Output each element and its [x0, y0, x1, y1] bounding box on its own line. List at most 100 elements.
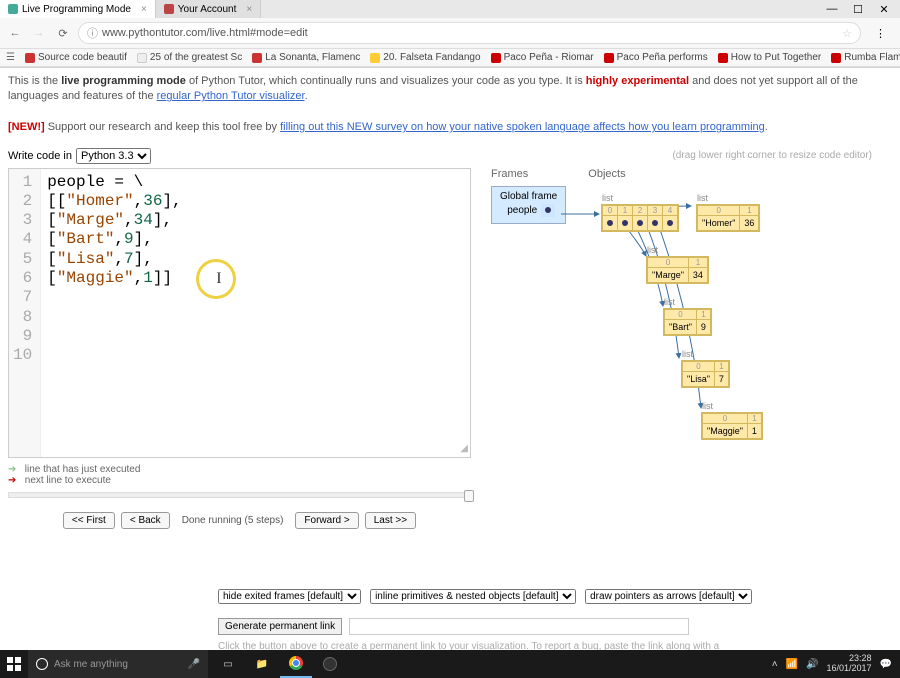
bookmark-item[interactable]: 20. Falseta Fandango: [370, 52, 480, 63]
back-button[interactable]: < Back: [121, 512, 170, 529]
resize-handle[interactable]: ◢: [460, 443, 468, 455]
cortana-search[interactable]: Ask me anything 🎤: [28, 650, 208, 678]
tab-bar: Live Programming Mode × Your Account × —…: [0, 0, 900, 18]
back-button[interactable]: ←: [6, 27, 24, 39]
list-cell: 36: [740, 215, 759, 230]
primitives-option-select[interactable]: inline primitives & nested objects [defa…: [370, 589, 576, 604]
frames-option-select[interactable]: hide exited frames [default]: [218, 589, 361, 604]
chrome-icon: [289, 656, 303, 670]
pointer-dot-icon: [622, 220, 628, 226]
bookmark-item[interactable]: 25 of the greatest Sc: [137, 52, 242, 63]
pointer-dot-icon: [637, 220, 643, 226]
code-line: ["Lisa",7],: [47, 250, 181, 269]
viz-headers: Frames Objects: [491, 168, 626, 180]
maximize-button[interactable]: ☐: [850, 3, 866, 16]
apps-icon[interactable]: ☰: [6, 52, 15, 63]
wifi-icon[interactable]: 📶: [786, 659, 798, 670]
editor-header: Write code in Python 3.3 (drag lower rig…: [8, 148, 892, 164]
code-editor[interactable]: 1 2 3 4 5 6 7 8 9 10 people = \ [["Homer…: [8, 168, 471, 458]
browser-tab-inactive[interactable]: Your Account ×: [156, 0, 261, 18]
star-icon[interactable]: ☆: [842, 27, 852, 40]
bookmark-item[interactable]: Paco Peña performs: [604, 52, 708, 63]
frames-header: Frames: [491, 168, 528, 180]
sublist-box: list 01 "Bart"9: [663, 308, 712, 336]
generate-link-button[interactable]: Generate permanent link: [218, 618, 342, 635]
pointers-option-select[interactable]: draw pointers as arrows [default]: [585, 589, 752, 604]
mic-icon[interactable]: 🎤: [188, 659, 200, 670]
code-line: ["Bart",9],: [47, 230, 181, 249]
permalink-input[interactable]: [349, 618, 689, 635]
url-input[interactable]: ⓘ www.pythontutor.com/live.html#mode=edi…: [78, 22, 861, 44]
window-controls: — ☐ ✕: [824, 3, 900, 16]
bookmark-item[interactable]: How to Put Together: [718, 52, 821, 63]
browser-tab-active[interactable]: Live Programming Mode ×: [0, 0, 156, 18]
list-cell: 34: [688, 267, 707, 282]
bookmark-item[interactable]: Rumba Flamenca: Ba: [831, 52, 900, 63]
intro-bold: live programming mode: [61, 75, 186, 87]
list-index: 1: [618, 205, 633, 215]
list-index: 0: [648, 257, 689, 267]
drag-hint: (drag lower right corner to resize code …: [672, 150, 872, 161]
list-label: list: [647, 245, 658, 255]
tab-close-icon[interactable]: ×: [246, 4, 252, 15]
legend: ➔ line that has just executed ➔ next lin…: [8, 464, 471, 486]
bottom-options: hide exited frames [default] inline prim…: [218, 589, 892, 652]
bookmark-item[interactable]: La Sonanta, Flamenc: [252, 52, 360, 63]
objects-header: Objects: [588, 168, 625, 180]
minimize-button[interactable]: —: [824, 3, 840, 16]
list-index: 4: [663, 205, 678, 215]
bookmark-item[interactable]: Paco Peña - Riomar: [491, 52, 594, 63]
forward-button[interactable]: →: [30, 27, 48, 39]
list-index: 0: [698, 205, 740, 215]
survey-link[interactable]: filling out this NEW survey on how your …: [280, 121, 765, 133]
visualization-panel: Frames Objects Global frame people: [491, 168, 626, 529]
forward-button[interactable]: Forward >: [295, 512, 358, 529]
sublist-box: list 01 "Marge"34: [646, 256, 709, 284]
language-select[interactable]: Python 3.3: [76, 148, 151, 164]
sublist-box: list 01 "Homer"36: [696, 204, 760, 232]
volume-icon[interactable]: 🔊: [806, 659, 818, 670]
line-number: 7: [13, 288, 32, 307]
list-cell: [663, 215, 678, 230]
tab-favicon-icon: [164, 4, 174, 14]
obs-button[interactable]: [314, 650, 346, 678]
bookmark-item[interactable]: Source code beautif: [25, 52, 127, 63]
close-button[interactable]: ✕: [876, 3, 892, 16]
list-cell: 9: [696, 319, 710, 334]
start-button[interactable]: [0, 650, 28, 678]
first-button[interactable]: << First: [63, 512, 115, 529]
reload-button[interactable]: ⟳: [54, 27, 72, 40]
url-text: www.pythontutor.com/live.html#mode=edit: [102, 27, 308, 39]
chrome-button[interactable]: [280, 650, 312, 678]
task-icons: ▭ 📁: [212, 650, 346, 678]
bookmark-label: 25 of the greatest Sc: [150, 52, 242, 63]
clock[interactable]: 23:28 16/01/2017: [827, 654, 872, 674]
tray-up-icon[interactable]: ˄: [772, 659, 778, 670]
bookmark-icon: [370, 53, 380, 63]
slider-thumb[interactable]: [464, 490, 474, 502]
bookmark-icon: [831, 53, 841, 63]
code-line: ["Maggie",1]]: [47, 269, 181, 288]
bookmark-icon: [718, 53, 728, 63]
list-index: 1: [714, 361, 728, 371]
list-label: list: [697, 193, 708, 203]
list-cell: "Maggie": [703, 423, 748, 438]
task-view-button[interactable]: ▭: [212, 650, 244, 678]
last-button[interactable]: Last >>: [365, 512, 416, 529]
address-bar: ← → ⟳ ⓘ www.pythontutor.com/live.html#mo…: [0, 18, 900, 49]
list-index: 0: [683, 361, 715, 371]
tab-close-icon[interactable]: ×: [141, 4, 147, 15]
notifications-icon[interactable]: 💬: [880, 659, 892, 670]
menu-button[interactable]: ⋮: [867, 27, 894, 40]
intro-link[interactable]: regular Python Tutor visualizer: [157, 90, 305, 102]
code-body[interactable]: people = \ [["Homer",36], ["Marge",34], …: [41, 169, 187, 457]
global-frame-box: Global frame people: [491, 186, 566, 224]
intro-highlight: highly experimental: [586, 75, 689, 87]
cortana-icon: [36, 658, 48, 670]
step-slider[interactable]: [8, 492, 471, 498]
list-index: 1: [696, 309, 710, 319]
line-number: 6: [13, 269, 32, 288]
file-explorer-button[interactable]: 📁: [246, 650, 278, 678]
bookmark-label: Source code beautif: [38, 52, 127, 63]
bookmark-icon: [491, 53, 501, 63]
